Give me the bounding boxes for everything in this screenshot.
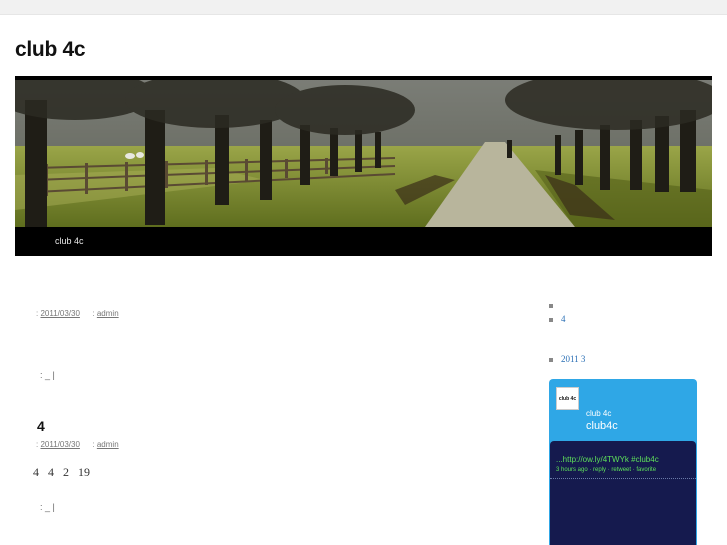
admin-bar [0, 0, 727, 15]
post-footer[interactable]: : _ | [40, 502, 55, 512]
sidebar-recent-item[interactable]: 4 [549, 314, 566, 324]
twitter-handle[interactable]: club4c [586, 420, 618, 432]
site-title[interactable]: club 4c [15, 38, 86, 62]
twitter-widget: club 4c club 4c club4c ...http://ow.ly/4… [549, 379, 697, 545]
post-meta: : 2011/03/30 : admin [36, 440, 119, 449]
post-footer[interactable]: : _ | [40, 370, 55, 380]
post-meta: : 2011/03/30 : admin [36, 309, 119, 318]
tweet-divider [550, 478, 696, 479]
nav-item-home[interactable]: club 4c [55, 236, 84, 246]
post-content: 4 4 2 19 [33, 465, 90, 479]
tweet-text[interactable]: ...http://ow.ly/4TWYk #club4c [556, 455, 659, 464]
post-date-link[interactable]: 2011/03/30 [40, 440, 79, 449]
tweet-actions[interactable]: 3 hours ago · reply · retweet · favorite [556, 467, 656, 473]
header-banner-image [15, 80, 712, 227]
post-date-link[interactable]: 2011/03/30 [40, 309, 79, 318]
main-navigation: club 4c [15, 227, 712, 256]
date-prefix: : [36, 440, 39, 449]
twitter-display-name: club 4c [586, 409, 612, 418]
bullet-icon [549, 303, 553, 308]
post-title[interactable]: 4 [37, 418, 45, 434]
sidebar-link[interactable]: 4 [561, 314, 566, 324]
post-author-link[interactable]: admin [97, 440, 119, 449]
post-author-link[interactable]: admin [97, 309, 119, 318]
sidebar-archive-item[interactable]: 2011 3 [549, 354, 585, 364]
author-prefix: : [92, 440, 95, 449]
archive-link[interactable]: 2011 3 [561, 354, 585, 364]
sidebar-recent-item[interactable] [549, 300, 561, 310]
twitter-timeline: ...http://ow.ly/4TWYk #club4c 3 hours ag… [550, 441, 696, 545]
date-prefix: : [36, 309, 39, 318]
bullet-icon [549, 317, 553, 322]
bullet-icon [549, 357, 553, 362]
twitter-avatar[interactable]: club 4c [556, 387, 579, 410]
author-prefix: : [92, 309, 95, 318]
